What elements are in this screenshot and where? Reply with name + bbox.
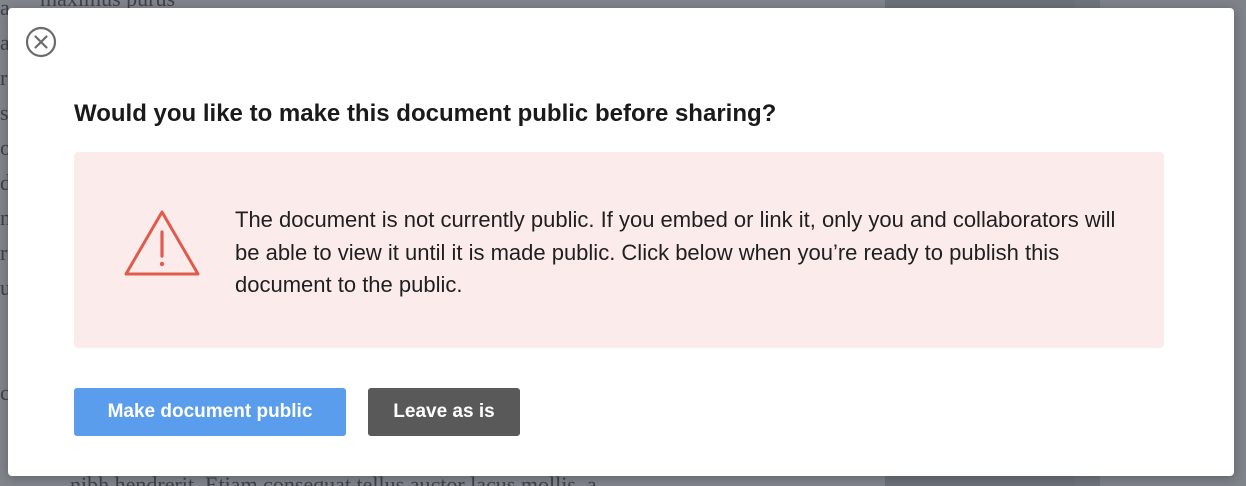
close-circle-icon: [25, 26, 57, 58]
close-button[interactable]: [25, 26, 57, 58]
warning-triangle-icon: [124, 210, 200, 276]
leave-as-is-button[interactable]: Leave as is: [368, 388, 520, 436]
share-modal: Would you like to make this document pub…: [8, 8, 1234, 476]
make-public-button[interactable]: Make document public: [74, 388, 346, 436]
modal-title: Would you like to make this document pub…: [74, 100, 777, 127]
warning-box: The document is not currently public. If…: [74, 152, 1164, 348]
warning-message: The document is not currently public. If…: [235, 207, 1116, 297]
